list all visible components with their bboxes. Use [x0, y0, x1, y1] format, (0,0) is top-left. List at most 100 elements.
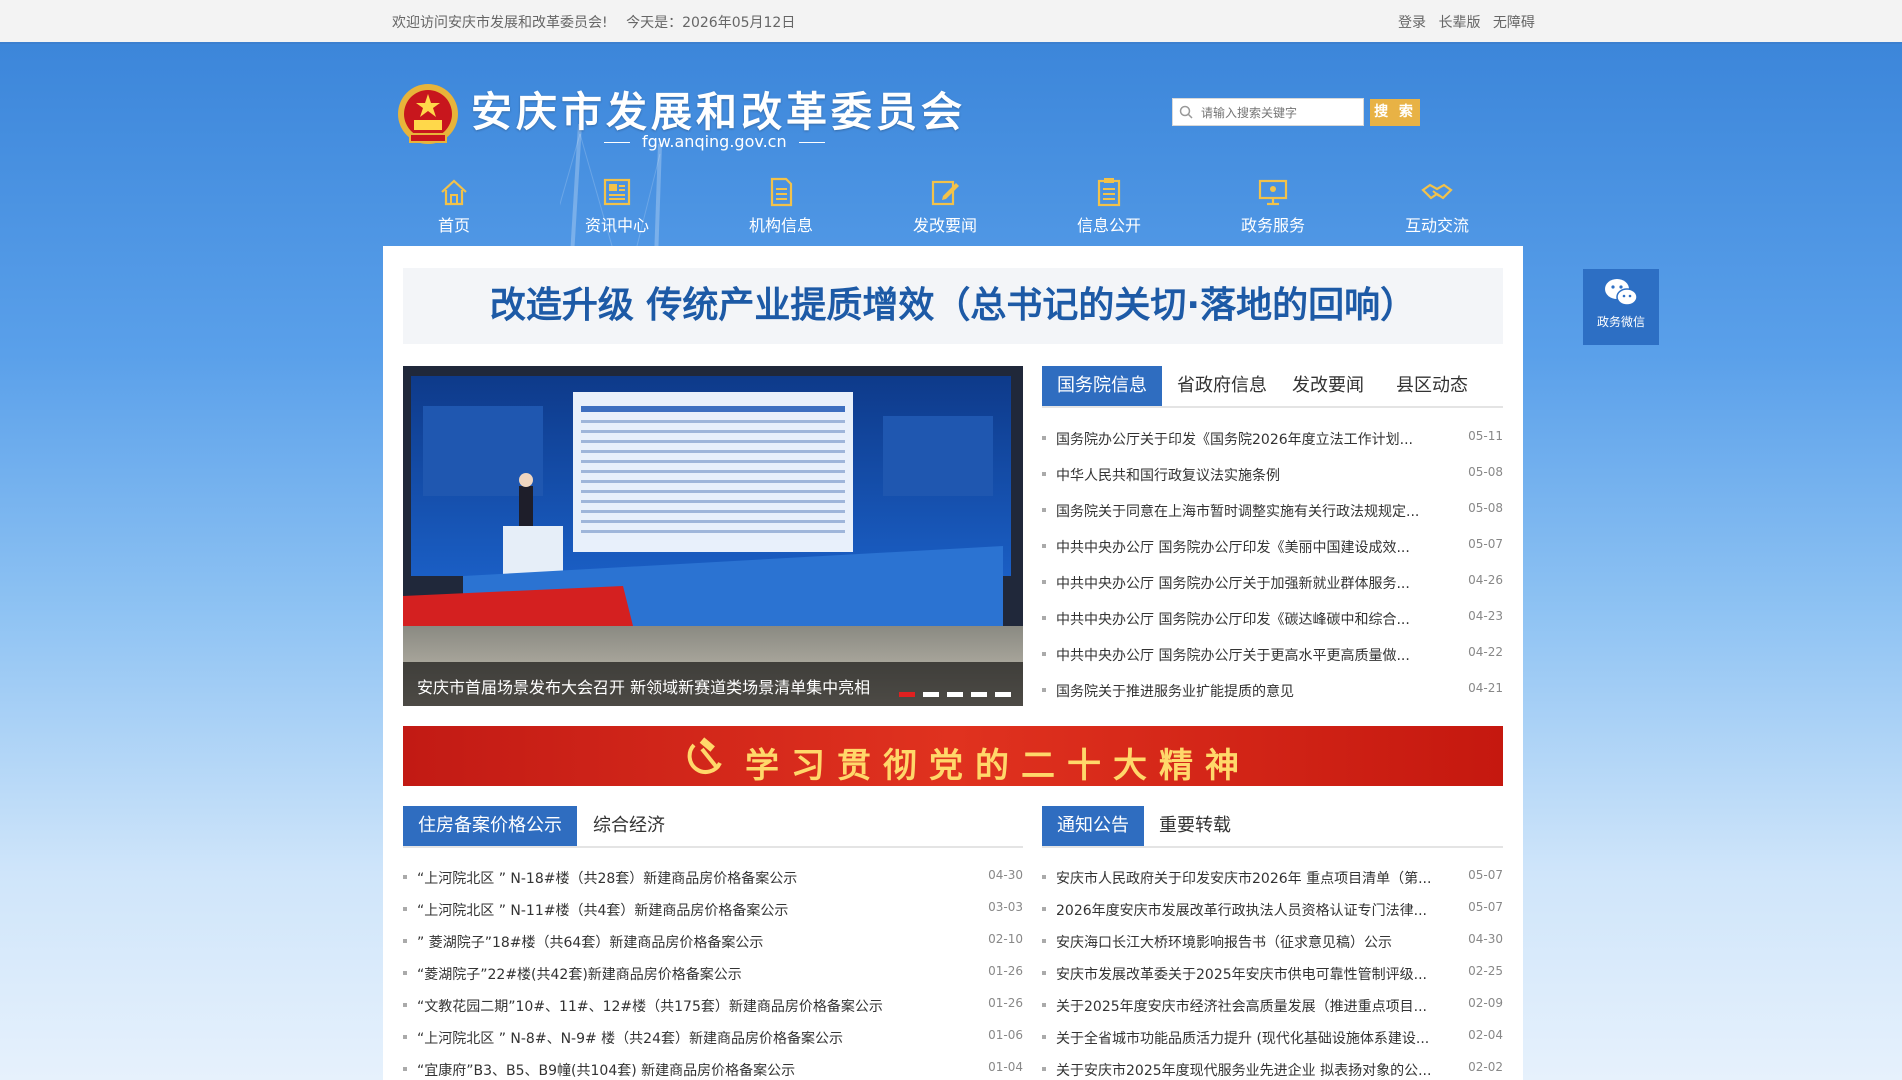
news-title[interactable]: 国务院办公厅关于印发《国务院2026年度立法工作计划...: [1056, 429, 1413, 449]
list-item[interactable]: 关于全省城市功能品质活力提升 (现代化基础设施体系建设... 02-04: [1042, 1027, 1503, 1047]
slider-dot[interactable]: [923, 692, 939, 697]
news-title[interactable]: 中共中央办公厅 国务院办公厅关于加强新就业群体服务...: [1056, 573, 1410, 593]
tab-provincial-gov[interactable]: 省政府信息: [1162, 366, 1282, 406]
housing-title[interactable]: “文教花园二期”10#、11#、12#楼（共175套）新建商品房价格备案公示: [417, 996, 883, 1016]
notice-date: 02-02: [1468, 1060, 1503, 1074]
housing-list: “上河院北区 ” N-18#楼（共28套）新建商品房价格备案公示 04-30 “上…: [403, 867, 1023, 1079]
notice-title[interactable]: 关于全省城市功能品质活力提升 (现代化基础设施体系建设...: [1056, 1028, 1429, 1048]
nav-label: 发改要闻: [912, 216, 977, 235]
nav-item-interaction[interactable]: 互动交流: [1377, 172, 1497, 244]
list-item[interactable]: 安庆海口长江大桥环境影响报告书（征求意见稿）公示 04-30: [1042, 931, 1503, 951]
monitor-icon: [1258, 179, 1288, 206]
list-item[interactable]: 关于2025年度安庆市经济社会高质量发展（推进重点项目... 02-09: [1042, 995, 1503, 1015]
housing-title[interactable]: “上河院北区 ” N-11#楼（共4套）新建商品房价格备案公示: [417, 900, 788, 920]
login-link[interactable]: 登录: [1398, 15, 1426, 31]
notice-title[interactable]: 安庆市发展改革委关于2025年安庆市供电可靠性管制评级...: [1056, 964, 1427, 984]
nav-item-news-center[interactable]: 资讯中心: [557, 172, 677, 244]
nav-item-home[interactable]: 首页: [394, 172, 514, 244]
bullet: [1042, 907, 1046, 911]
slider-dot[interactable]: [947, 692, 963, 697]
notice-title[interactable]: 关于2025年度安庆市经济社会高质量发展（推进重点项目...: [1056, 996, 1427, 1016]
site-title[interactable]: 安庆市发展和改革委员会: [471, 78, 966, 138]
search-icon: [1179, 105, 1193, 119]
list-item[interactable]: 中共中央办公厅 国务院办公厅印发《碳达峰碳中和综合... 04-23: [1042, 608, 1503, 628]
nav-label: 政务服务: [1240, 216, 1305, 235]
tab-notices[interactable]: 通知公告: [1042, 806, 1144, 846]
list-item[interactable]: 安庆市发展改革委关于2025年安庆市供电可靠性管制评级... 02-25: [1042, 963, 1503, 983]
wechat-float-button[interactable]: 政务微信: [1583, 269, 1659, 345]
list-item[interactable]: 中共中央办公厅 国务院办公厅关于加强新就业群体服务... 04-26: [1042, 572, 1503, 592]
news-list: 国务院办公厅关于印发《国务院2026年度立法工作计划... 05-11 中华人民共…: [1042, 428, 1503, 718]
nav-item-gov-service[interactable]: 政务服务: [1213, 172, 1333, 244]
list-item[interactable]: 国务院关于同意在上海市暂时调整实施有关行政法规规定... 05-08: [1042, 500, 1503, 520]
list-item[interactable]: “宜康府”B3、B5、B9幢(共104套) 新建商品房价格备案公示 01-04: [403, 1059, 1023, 1079]
hammer-sickle-icon: [687, 737, 722, 774]
tab-county-news[interactable]: 县区动态: [1382, 366, 1482, 406]
list-item[interactable]: “文教花园二期”10#、11#、12#楼（共175套）新建商品房价格备案公示 01…: [403, 995, 1023, 1015]
list-item[interactable]: “菱湖院子”22#楼(共42套)新建商品房价格备案公示 01-26: [403, 963, 1023, 983]
notice-title[interactable]: 关于安庆市2025年度现代服务业先进企业 拟表扬对象的公...: [1056, 1060, 1431, 1080]
housing-title[interactable]: “上河院北区 ” N-18#楼（共28套）新建商品房价格备案公示: [417, 868, 797, 888]
notice-title[interactable]: 安庆市人民政府关于印发安庆市2026年 重点项目清单（第...: [1056, 868, 1431, 888]
news-title[interactable]: 国务院关于推进服务业扩能提质的意见: [1056, 681, 1294, 701]
housing-title[interactable]: “宜康府”B3、B5、B9幢(共104套) 新建商品房价格备案公示: [417, 1060, 795, 1080]
bullet: [1042, 1003, 1046, 1007]
elder-version-link[interactable]: 长辈版: [1438, 15, 1480, 31]
headline-banner[interactable]: 改造升级 传统产业提质增效（总书记的关切·落地的回响）: [403, 268, 1503, 344]
news-title[interactable]: 中华人民共和国行政复议法实施条例: [1056, 465, 1280, 485]
clipboard-icon: [1097, 178, 1121, 207]
list-item[interactable]: 中共中央办公厅 国务院办公厅印发《美丽中国建设成效... 05-07: [1042, 536, 1503, 556]
party-study-banner[interactable]: 学习贯彻党的二十大精神: [403, 726, 1503, 786]
news-title[interactable]: 中共中央办公厅 国务院办公厅印发《碳达峰碳中和综合...: [1056, 609, 1410, 629]
housing-title[interactable]: “上河院北区 ” N-8#、N-9# 楼（共24套）新建商品房价格备案公示: [417, 1028, 843, 1048]
tab-state-council[interactable]: 国务院信息: [1042, 366, 1162, 406]
bullet: [403, 1035, 407, 1039]
bullet: [1042, 688, 1046, 692]
list-item[interactable]: 2026年度安庆市发展改革行政执法人员资格认证专门法律... 05-07: [1042, 899, 1503, 919]
slider-dot[interactable]: [971, 692, 987, 697]
search-input[interactable]: [1199, 102, 1363, 124]
banner-text: 学习贯彻党的二十大精神: [745, 746, 1251, 786]
search-button[interactable]: 搜 索: [1370, 99, 1420, 126]
tab-housing-price[interactable]: 住房备案价格公示: [403, 806, 577, 846]
notice-title[interactable]: 2026年度安庆市发展改革行政执法人员资格认证专门法律...: [1056, 900, 1427, 920]
accessibility-link[interactable]: 无障碍: [1493, 15, 1535, 31]
list-item[interactable]: 国务院关于推进服务业扩能提质的意见 04-21: [1042, 680, 1503, 700]
list-item[interactable]: 安庆市人民政府关于印发安庆市2026年 重点项目清单（第... 05-07: [1042, 867, 1503, 887]
nav-label: 首页: [437, 216, 470, 235]
bullet: [403, 1067, 407, 1071]
list-item[interactable]: “上河院北区 ” N-11#楼（共4套）新建商品房价格备案公示 03-03: [403, 899, 1023, 919]
housing-title[interactable]: “菱湖院子”22#楼(共42套)新建商品房价格备案公示: [417, 964, 742, 984]
nav-item-info-disclosure[interactable]: 信息公开: [1049, 172, 1169, 244]
list-item[interactable]: 中华人民共和国行政复议法实施条例 05-08: [1042, 464, 1503, 484]
list-item[interactable]: 国务院办公厅关于印发《国务院2026年度立法工作计划... 05-11: [1042, 428, 1503, 448]
tab-reprints[interactable]: 重要转载: [1144, 806, 1246, 846]
housing-date: 04-30: [988, 868, 1023, 882]
edit-icon: [931, 180, 959, 206]
nav-item-org-info[interactable]: 机构信息: [721, 172, 841, 244]
photo-slider[interactable]: 安庆市首届场景发布大会召开 新领域新赛道类场景清单集中亮相: [403, 366, 1023, 706]
main-content: 改造升级 传统产业提质增效（总书记的关切·落地的回响） 安庆市首届场景发布大会召…: [383, 246, 1523, 1080]
bullet: [1042, 616, 1046, 620]
list-item[interactable]: 关于安庆市2025年度现代服务业先进企业 拟表扬对象的公... 02-02: [1042, 1059, 1503, 1079]
news-title[interactable]: 中共中央办公厅 国务院办公厅关于更高水平更高质量做...: [1056, 645, 1410, 665]
housing-title[interactable]: ” 菱湖院子”18#楼（共64套）新建商品房价格备案公示: [417, 932, 763, 952]
list-item[interactable]: “上河院北区 ” N-8#、N-9# 楼（共24套）新建商品房价格备案公示 01-…: [403, 1027, 1023, 1047]
news-date: 05-11: [1468, 429, 1503, 443]
news-title[interactable]: 国务院关于同意在上海市暂时调整实施有关行政法规规定...: [1056, 501, 1419, 521]
list-item[interactable]: ” 菱湖院子”18#楼（共64套）新建商品房价格备案公示 02-10: [403, 931, 1023, 951]
slider-dot[interactable]: [995, 692, 1011, 697]
housing-tabs: 住房备案价格公示 综合经济: [403, 806, 1023, 848]
notice-title[interactable]: 安庆海口长江大桥环境影响报告书（征求意见稿）公示: [1056, 932, 1392, 952]
tab-reform-news[interactable]: 发改要闻: [1278, 366, 1378, 406]
list-item[interactable]: “上河院北区 ” N-18#楼（共28套）新建商品房价格备案公示 04-30: [403, 867, 1023, 887]
news-title[interactable]: 中共中央办公厅 国务院办公厅印发《美丽中国建设成效...: [1056, 537, 1410, 557]
housing-date: 01-26: [988, 964, 1023, 978]
list-item[interactable]: 中共中央办公厅 国务院办公厅关于更高水平更高质量做... 04-22: [1042, 644, 1503, 664]
slide-caption-text[interactable]: 安庆市首届场景发布大会召开 新领域新赛道类场景清单集中亮相: [417, 674, 870, 698]
nav-item-reform-news[interactable]: 发改要闻: [885, 172, 1005, 244]
national-emblem-icon: [398, 84, 458, 144]
slider-dot-active[interactable]: [899, 692, 915, 697]
housing-date: 02-10: [988, 932, 1023, 946]
tab-comprehensive-economy[interactable]: 综合经济: [577, 806, 681, 846]
